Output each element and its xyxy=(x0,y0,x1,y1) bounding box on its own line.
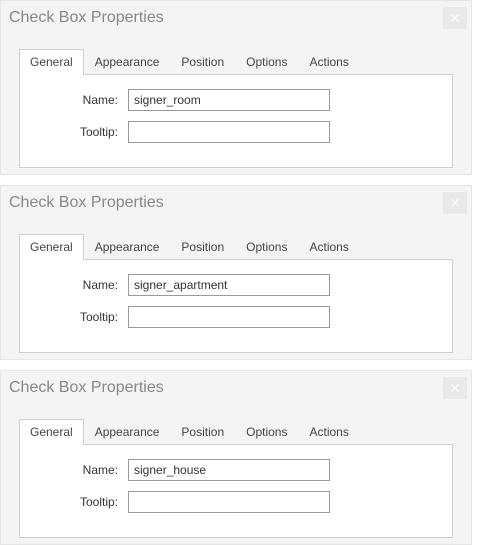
name-input[interactable] xyxy=(128,274,330,296)
dialog-header: Check Box Properties ✕ xyxy=(1,371,471,405)
name-input[interactable] xyxy=(128,459,330,481)
tab-panel-general: Name: Tooltip: xyxy=(19,444,453,538)
form-row-name: Name: xyxy=(36,89,436,111)
form-row-tooltip: Tooltip: xyxy=(36,491,436,513)
tab-options[interactable]: Options xyxy=(235,49,298,74)
dialog-header: Check Box Properties ✕ xyxy=(1,186,471,220)
tab-panel-general: Name: Tooltip: xyxy=(19,259,453,353)
tab-general[interactable]: General xyxy=(19,49,84,75)
tab-appearance[interactable]: Appearance xyxy=(84,234,171,259)
close-icon: ✕ xyxy=(449,381,461,395)
close-icon: ✕ xyxy=(449,196,461,210)
form-row-tooltip: Tooltip: xyxy=(36,121,436,143)
tab-panel-general: Name: Tooltip: xyxy=(19,74,453,168)
tab-strip: General Appearance Position Options Acti… xyxy=(1,220,471,259)
dialog-title: Check Box Properties xyxy=(9,194,164,212)
tab-position[interactable]: Position xyxy=(170,234,235,259)
close-button[interactable]: ✕ xyxy=(443,377,467,399)
tooltip-label: Tooltip: xyxy=(36,495,128,509)
tab-actions[interactable]: Actions xyxy=(298,49,359,74)
close-button[interactable]: ✕ xyxy=(443,7,467,29)
tab-strip: General Appearance Position Options Acti… xyxy=(1,35,471,74)
checkbox-properties-dialog: Check Box Properties ✕ General Appearanc… xyxy=(0,185,472,360)
form-row-name: Name: xyxy=(36,459,436,481)
tooltip-input[interactable] xyxy=(128,121,330,143)
dialog-title: Check Box Properties xyxy=(9,379,164,397)
dialog-header: Check Box Properties ✕ xyxy=(1,1,471,35)
tab-appearance[interactable]: Appearance xyxy=(84,49,171,74)
close-icon: ✕ xyxy=(449,11,461,25)
form-row-tooltip: Tooltip: xyxy=(36,306,436,328)
tab-appearance[interactable]: Appearance xyxy=(84,419,171,444)
checkbox-properties-dialog: Check Box Properties ✕ General Appearanc… xyxy=(0,370,472,545)
tab-general[interactable]: General xyxy=(19,419,84,445)
checkbox-properties-dialog: Check Box Properties ✕ General Appearanc… xyxy=(0,0,472,175)
tab-strip: General Appearance Position Options Acti… xyxy=(1,405,471,444)
tab-options[interactable]: Options xyxy=(235,234,298,259)
tab-actions[interactable]: Actions xyxy=(298,419,359,444)
name-input[interactable] xyxy=(128,89,330,111)
dialog-title: Check Box Properties xyxy=(9,9,164,27)
name-label: Name: xyxy=(36,93,128,107)
tooltip-label: Tooltip: xyxy=(36,125,128,139)
tooltip-input[interactable] xyxy=(128,306,330,328)
tab-position[interactable]: Position xyxy=(170,49,235,74)
tab-actions[interactable]: Actions xyxy=(298,234,359,259)
tab-position[interactable]: Position xyxy=(170,419,235,444)
tab-general[interactable]: General xyxy=(19,234,84,260)
tooltip-input[interactable] xyxy=(128,491,330,513)
tab-options[interactable]: Options xyxy=(235,419,298,444)
form-row-name: Name: xyxy=(36,274,436,296)
close-button[interactable]: ✕ xyxy=(443,192,467,214)
tooltip-label: Tooltip: xyxy=(36,310,128,324)
name-label: Name: xyxy=(36,278,128,292)
name-label: Name: xyxy=(36,463,128,477)
